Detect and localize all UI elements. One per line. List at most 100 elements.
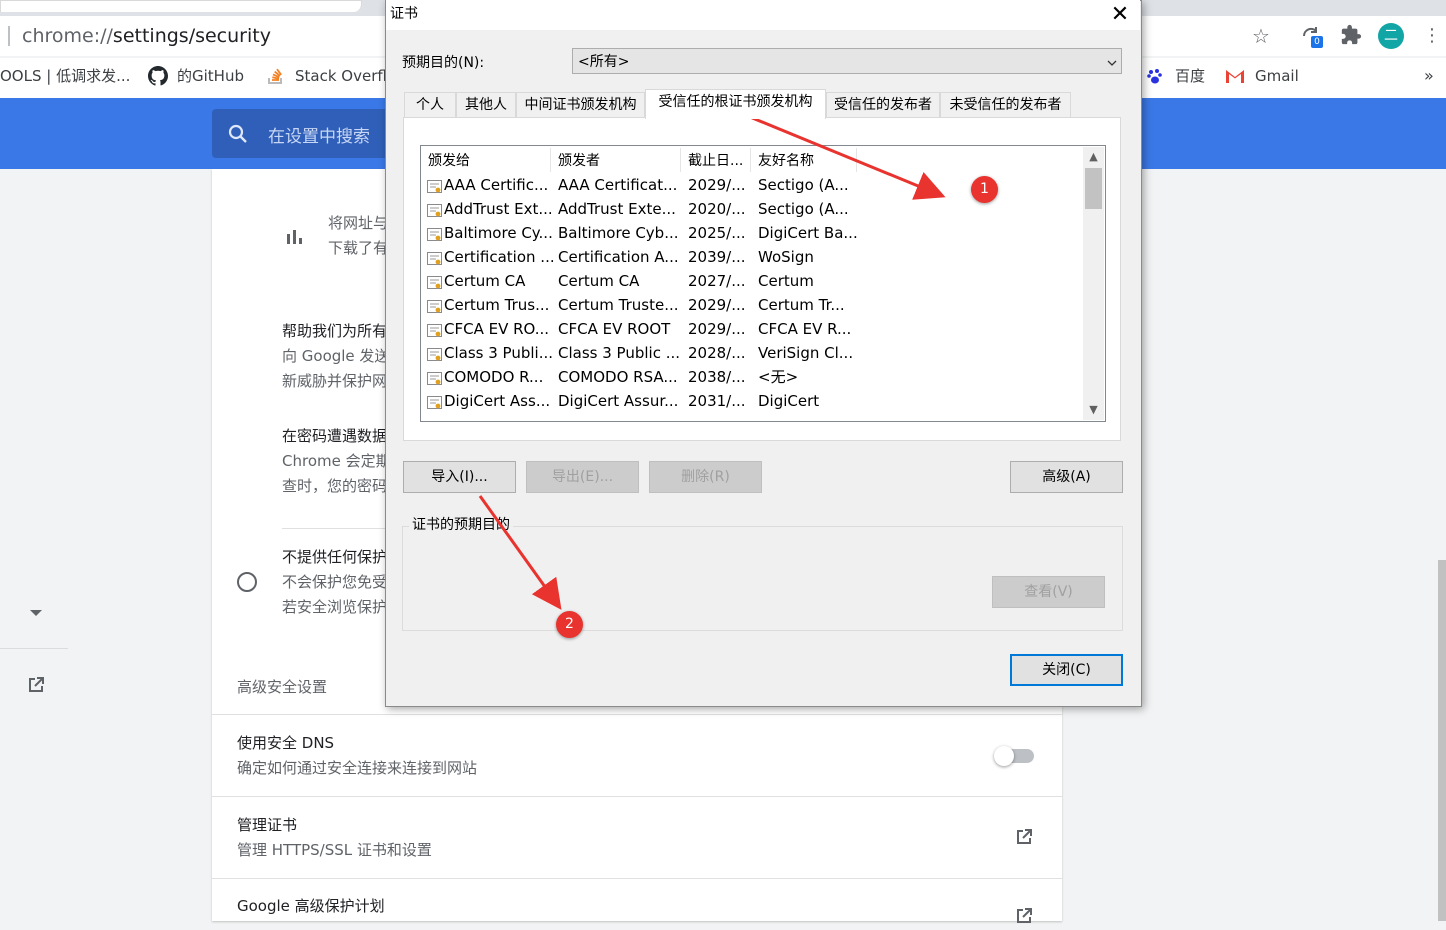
view-button[interactable]: 查看(V)	[992, 576, 1105, 608]
certificate-row[interactable]: Baltimore Cy... Baltimore Cyb... 2025/... D…	[425, 221, 1085, 245]
tab-trusted-root-ca[interactable]: 受信任的根证书颁发机构	[645, 89, 826, 119]
cell-friendly-name: DigiCert Ba...	[758, 224, 858, 242]
cell-issued-to: Baltimore Cy...	[444, 224, 553, 242]
bookmark-github[interactable]: 的GitHub	[177, 66, 244, 86]
cell-issued-to: DigiCert Ass...	[444, 392, 551, 410]
address-bar[interactable]: chrome://settings/security	[22, 23, 271, 49]
certificate-icon	[427, 370, 442, 385]
cell-friendly-name: <无>	[758, 368, 799, 386]
certificate-icon	[427, 322, 442, 337]
advanced-protection-title[interactable]: Google 高级保护计划	[237, 895, 385, 917]
setting-title: 帮助我们为所有	[282, 322, 388, 340]
url-scheme: chrome://	[22, 25, 113, 47]
scrollbar-thumb[interactable]	[1085, 168, 1102, 209]
manage-certificates-title[interactable]: 管理证书	[237, 814, 297, 836]
toggle-knob[interactable]	[994, 746, 1014, 766]
bookmark-tools[interactable]: OOLS | 低调求发...	[0, 66, 130, 86]
setting-desc-line: 若安全浏览保护	[282, 598, 388, 616]
tab-untrusted-publishers[interactable]: 未受信任的发布者	[940, 92, 1071, 118]
cell-expiry: 2025/...	[688, 224, 746, 242]
divider	[212, 878, 1062, 879]
remove-button[interactable]: 删除(R)	[649, 461, 762, 493]
cell-issued-to: Class 3 Publi...	[444, 344, 553, 362]
cell-issuer: Certum Truste...	[558, 296, 679, 314]
divider	[212, 796, 1062, 797]
cell-issuer: Baltimore Cyb...	[558, 224, 679, 242]
column-header-issuer[interactable]: 颁发者	[558, 152, 600, 170]
sync-extension-icon[interactable]: 0	[1300, 24, 1324, 48]
dropdown-arrow-icon[interactable]	[30, 610, 42, 616]
column-divider[interactable]	[856, 148, 857, 172]
close-button[interactable]: 关闭(C)	[1010, 654, 1123, 686]
cell-issuer: AAA Certificat...	[558, 176, 678, 194]
cell-friendly-name: DigiCert	[758, 392, 820, 410]
no-protection-radio[interactable]	[237, 572, 257, 592]
page-scrollbar[interactable]	[1438, 560, 1446, 921]
bookmark-baidu[interactable]: 百度	[1175, 66, 1205, 86]
setting-desc-line: 下载了有	[328, 239, 389, 257]
certificate-row[interactable]: COMODO R... COMODO RSA... 2038/... <无>	[425, 365, 1085, 389]
column-divider[interactable]	[680, 148, 681, 172]
certificate-icon	[427, 298, 442, 313]
menu-kebab-icon[interactable]: ⋮	[1420, 24, 1444, 48]
tab-trusted-publishers[interactable]: 受信任的发布者	[826, 92, 940, 118]
cell-issuer: AddTrust Exte...	[558, 200, 676, 218]
export-button[interactable]: 导出(E)...	[526, 461, 639, 493]
star-icon[interactable]: ☆	[1249, 24, 1273, 48]
certificate-row[interactable]: Certification ... Certification A... 2039/…	[425, 245, 1085, 269]
bookmark-gmail[interactable]: Gmail	[1255, 66, 1299, 86]
bookmarks-overflow-chevron[interactable]: »	[1424, 66, 1434, 86]
column-header-issued-to[interactable]: 颁发给	[428, 152, 470, 170]
cell-expiry: 2038/...	[688, 368, 746, 386]
chevron-down-icon[interactable]	[1106, 54, 1118, 66]
cell-issuer: CFCA EV ROOT	[558, 320, 671, 338]
purpose-select[interactable]	[572, 48, 1122, 74]
setting-desc-line: 将网址与	[328, 214, 389, 232]
gmail-icon	[1225, 68, 1245, 84]
advanced-button[interactable]: 高级(A)	[1010, 461, 1123, 493]
certificate-row[interactable]: Class 3 Publi... Class 3 Public ... 2028/.…	[425, 341, 1085, 365]
stackoverflow-icon	[267, 67, 285, 85]
column-header-expiry[interactable]: 截止日...	[688, 152, 743, 170]
setting-desc-line: 查时，您的密码	[282, 477, 388, 495]
open-external-icon[interactable]	[1014, 827, 1036, 849]
scroll-down-icon[interactable]: ▼	[1085, 401, 1102, 419]
certificate-row[interactable]: Certum CA Certum CA 2027/... Certum	[425, 269, 1085, 293]
cell-expiry: 2029/...	[688, 320, 746, 338]
setting-desc-line: 不会保护您免受	[282, 573, 388, 591]
cell-expiry: 2029/...	[688, 176, 746, 194]
dialog-title: 证书	[390, 6, 418, 22]
close-icon[interactable]: ✕	[1106, 2, 1134, 28]
setting-desc-line: 向 Google 发送	[282, 347, 390, 365]
divider	[282, 528, 392, 529]
column-divider[interactable]	[750, 148, 751, 172]
search-icon	[226, 122, 252, 146]
tab-other-people[interactable]: 其他人	[456, 92, 516, 118]
open-external-icon[interactable]	[26, 675, 48, 697]
profile-avatar[interactable]: 二	[1378, 23, 1404, 49]
setting-title: 不提供任何保护	[282, 548, 388, 566]
cell-expiry: 2028/...	[688, 344, 746, 362]
purpose-label: 预期目的(N):	[402, 55, 485, 71]
tab-intermediate-ca[interactable]: 中间证书颁发机构	[516, 92, 645, 118]
cell-expiry: 2027/...	[688, 272, 746, 290]
open-external-icon[interactable]	[1014, 906, 1036, 928]
certificate-row[interactable]: Certum Trus... Certum Truste... 2029/... Ce…	[425, 293, 1085, 317]
column-divider[interactable]	[550, 148, 551, 172]
cell-issued-to: Certification ...	[444, 248, 554, 266]
certificate-row[interactable]: CFCA EV RO... CFCA EV ROOT 2029/... CFCA EV…	[425, 317, 1085, 341]
setting-desc-line: 新威胁并保护网	[282, 372, 388, 390]
search-placeholder: 在设置中搜索	[268, 127, 370, 147]
cell-friendly-name: Certum	[758, 272, 814, 290]
certificate-row[interactable]: DigiCert Ass... DigiCert Assur... 2031/...…	[425, 389, 1085, 413]
scroll-up-icon[interactable]: ▲	[1085, 148, 1102, 166]
setting-desc-line: Chrome 会定期	[282, 452, 391, 470]
secure-dns-desc: 确定如何通过安全连接来连接到网站	[237, 759, 478, 777]
extensions-puzzle-icon[interactable]	[1339, 24, 1363, 48]
tab-personal[interactable]: 个人	[404, 92, 456, 118]
cell-expiry: 2029/...	[688, 296, 746, 314]
column-header-friendly-name[interactable]: 友好名称	[758, 152, 814, 170]
import-button[interactable]: 导入(I)...	[403, 461, 516, 493]
bookmark-stackoverflow[interactable]: Stack Overflo	[295, 66, 396, 86]
active-tab[interactable]	[0, 0, 362, 12]
